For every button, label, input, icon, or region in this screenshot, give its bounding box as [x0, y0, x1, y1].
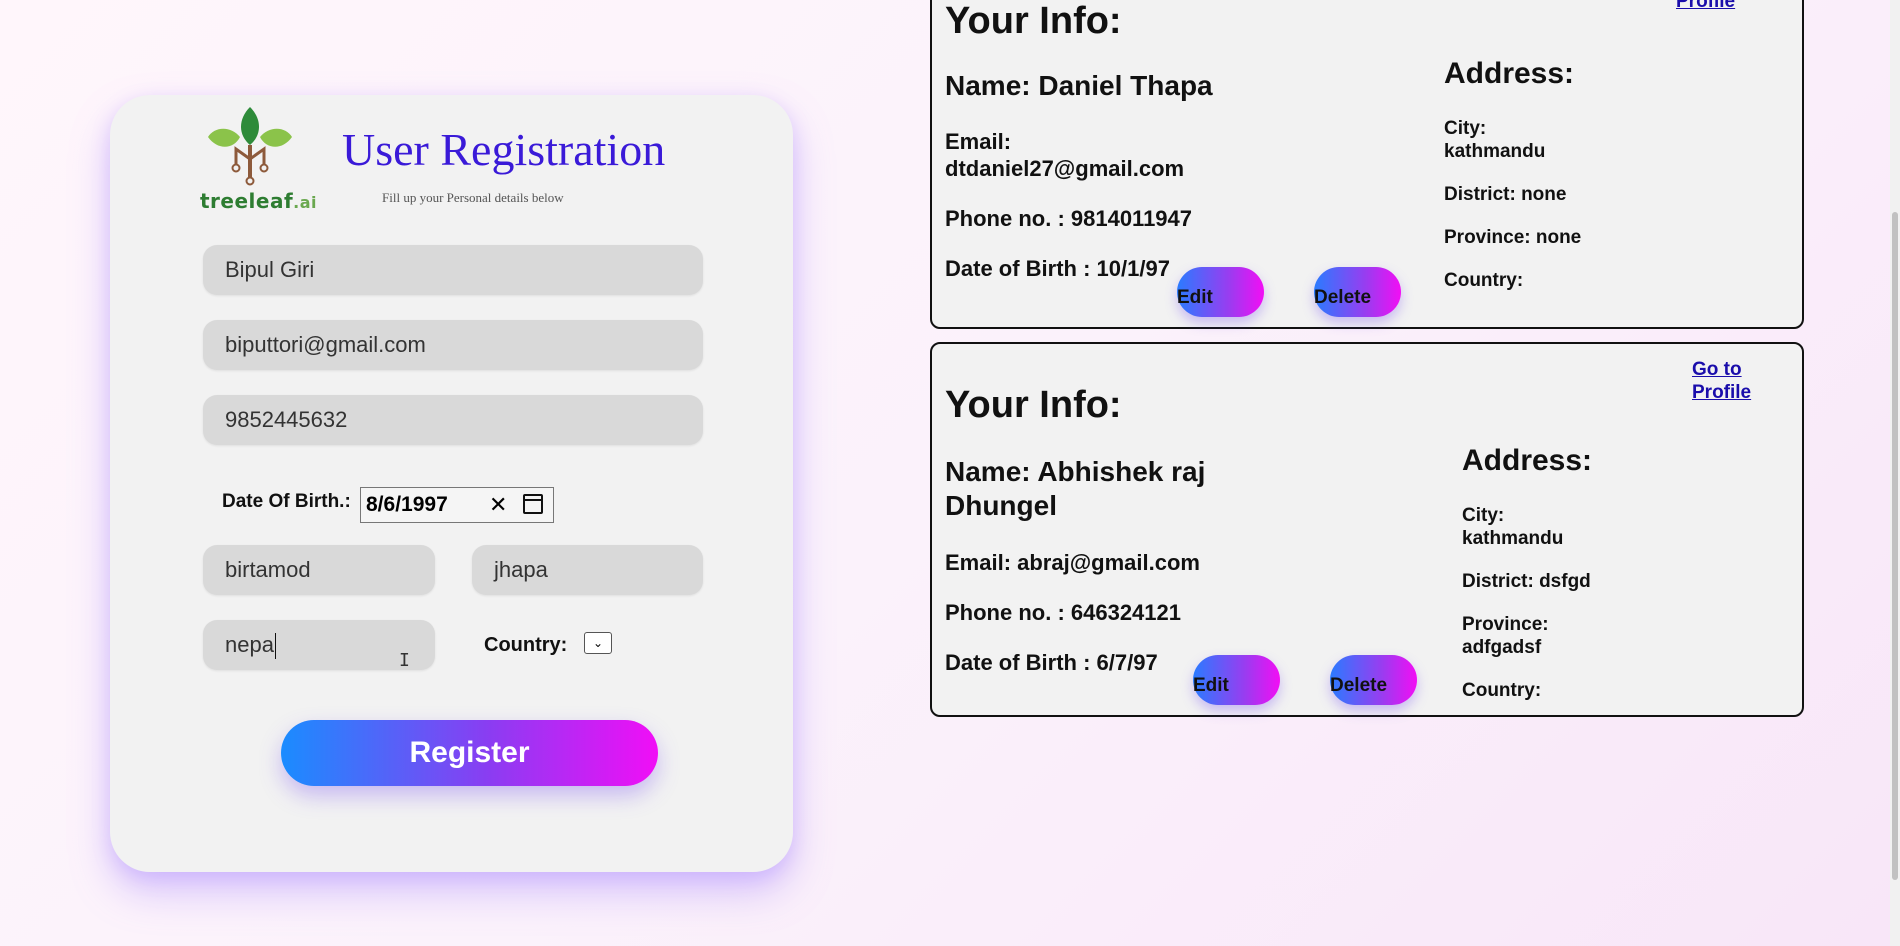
info-card-2: Go to Profile Your Info: Name: Abhishek … [930, 342, 1804, 717]
info-name: Name: Abhishek raj Dhungel [945, 456, 1206, 521]
info-title: Your Info: [945, 0, 1122, 42]
delete-button[interactable]: Delete [1314, 267, 1401, 317]
tree-logo-icon [208, 107, 292, 186]
info-dob: Date of Birth : 10/1/97 [945, 256, 1170, 281]
text-cursor-icon: I [399, 650, 410, 671]
address-city: kathmandu [1444, 141, 1546, 162]
registration-card: treeleaf.ai User Registration Fill up yo… [110, 95, 793, 872]
page-scrollbar[interactable] [1890, 0, 1900, 946]
info-dob: Date of Birth : 6/7/97 [945, 650, 1158, 675]
go-to-profile-link-line2[interactable]: Profile [1692, 381, 1751, 404]
province-input[interactable]: nepa I [203, 620, 435, 671]
info-title: Your Info: [945, 384, 1122, 426]
address-province: Province: none [1444, 227, 1582, 248]
address-city: kathmandu [1462, 528, 1564, 549]
text-caret [274, 633, 276, 660]
country-label: Country: [484, 634, 568, 656]
info-email-label: Email: [945, 129, 1012, 154]
address-title: Address: [1462, 444, 1593, 477]
info-phone: Phone no. : 9814011947 [945, 206, 1193, 231]
info-card-1: Your Info: Profile Name: Daniel Thapa Em… [930, 0, 1804, 329]
email-input[interactable]: biputtori@gmail.com [203, 320, 703, 370]
go-to-profile-link-line1[interactable]: Go to [1692, 358, 1742, 381]
info-name: Name: Daniel Thapa [945, 70, 1213, 101]
dob-input[interactable]: 8/6/1997 ✕ [360, 487, 554, 523]
edit-button[interactable]: Edit [1193, 655, 1280, 705]
address-district: District: none [1444, 184, 1567, 205]
scrollbar-thumb[interactable] [1892, 212, 1898, 880]
registration-title: User Registration [342, 124, 666, 175]
treeleaf-logo: treeleaf.ai [200, 105, 317, 215]
logo-text: treeleaf [200, 189, 294, 213]
city-input[interactable]: birtamod [203, 545, 435, 595]
go-to-profile-link[interactable]: Profile [1676, 0, 1735, 13]
address-province: adfgadsf [1462, 637, 1542, 658]
registration-subtitle: Fill up your Personal details below [382, 190, 564, 205]
calendar-icon[interactable] [523, 494, 543, 514]
edit-button[interactable]: Edit [1177, 267, 1264, 317]
clear-icon[interactable]: ✕ [489, 488, 507, 522]
info-email: dtdaniel27@gmail.com [945, 156, 1185, 181]
address-country: Country: [1462, 680, 1542, 701]
address-title: Address: [1444, 57, 1575, 90]
dob-label: Date Of Birth.: [222, 491, 351, 512]
delete-button[interactable]: Delete [1330, 655, 1417, 705]
info-email: Email: abraj@gmail.com [945, 550, 1200, 575]
address-country: Country: [1444, 270, 1524, 291]
address-district: District: dsfgd [1462, 571, 1591, 592]
logo-suffix: .ai [293, 193, 318, 212]
address-city-label: City: [1462, 505, 1505, 526]
phone-input[interactable]: 9852445632 [203, 395, 703, 445]
dob-value: 8/6/1997 [366, 493, 448, 516]
address-province-label: Province: [1462, 614, 1549, 635]
info-phone: Phone no. : 646324121 [945, 600, 1181, 625]
register-button[interactable]: Register [281, 720, 658, 786]
province-value: nepa [225, 632, 274, 657]
country-select[interactable]: ⌄ [584, 632, 612, 654]
name-input[interactable]: Bipul Giri [203, 245, 703, 295]
address-city-label: City: [1444, 118, 1487, 139]
district-input[interactable]: jhapa [472, 545, 703, 595]
